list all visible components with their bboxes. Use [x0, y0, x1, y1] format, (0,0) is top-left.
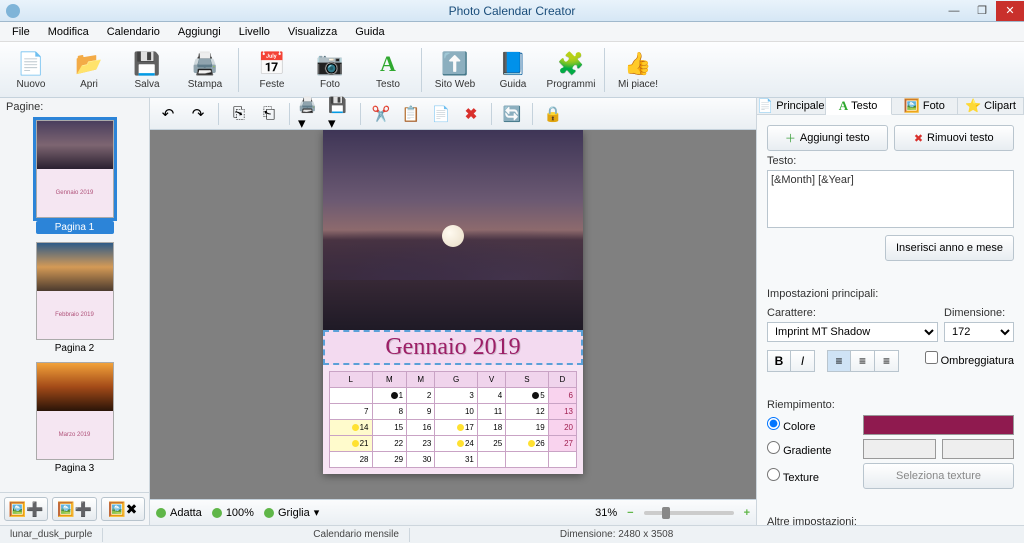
zoom-value: 31%	[595, 507, 617, 519]
align-left-button[interactable]: ≡	[827, 350, 851, 372]
paste-button[interactable]: 📄	[429, 102, 453, 126]
calendar-grid[interactable]: LMMGVSD123456789101112131415161718192021…	[323, 365, 583, 474]
tb-programmi[interactable]: 🧩Programmi	[546, 50, 596, 90]
size-label: Dimensione:	[944, 307, 1014, 319]
zoom-in-button[interactable]: +	[744, 507, 750, 519]
tb-mi-piace![interactable]: 👍Mi piace!	[613, 50, 663, 90]
tb-feste[interactable]: 📅Feste	[247, 50, 297, 90]
other-settings-label: Altre impostazioni:	[767, 516, 1014, 525]
page-thumb[interactable]: Febbraio 2019Pagina 2	[36, 242, 114, 354]
copy-button[interactable]: 📋	[399, 102, 423, 126]
calendar-page[interactable]: Gennaio 2019 LMMGVSD12345678910111213141…	[323, 130, 583, 474]
align-right-button[interactable]: ≡	[875, 350, 899, 372]
month-title: Gennaio 2019	[325, 334, 581, 361]
tab-clipart[interactable]: ⭐Clipart	[958, 98, 1024, 114]
delete-button[interactable]: ✖	[459, 102, 483, 126]
page-photo[interactable]	[323, 130, 583, 330]
refresh-button[interactable]: 🔄	[500, 102, 524, 126]
maximize-button[interactable]: ❐	[968, 1, 996, 21]
fill-gradient-radio[interactable]: Gradiente	[767, 441, 857, 457]
editor-toolbar: ↶ ↷ ⎘ ⎗ 🖨️▾ 💾▾ ✂️ 📋 📄 ✖ 🔄 🔒	[150, 98, 756, 130]
properties-panel: 📄PrincipaleATesto🖼️Foto⭐Clipart ＋Aggiung…	[756, 98, 1024, 525]
redo-button[interactable]: ↷	[186, 102, 210, 126]
status-dimensions: Dimensione: 2480 x 3508	[550, 529, 683, 540]
font-label: Carattere:	[767, 307, 938, 319]
text-input[interactable]: [&Month] [&Year]	[767, 170, 1014, 228]
menu-file[interactable]: File	[4, 24, 38, 40]
view-bar: Adatta 100% Griglia ▾ 31% − +	[150, 499, 756, 525]
tb-salva[interactable]: 💾Salva	[122, 50, 172, 90]
menu-aggiungi[interactable]: Aggiungi	[170, 24, 229, 40]
print-button[interactable]: 🖨️▾	[298, 102, 322, 126]
tb-guida[interactable]: 📘Guida	[488, 50, 538, 90]
menu-calendario[interactable]: Calendario	[99, 24, 168, 40]
main-toolbar: 📄Nuovo📂Apri💾Salva🖨️Stampa 📅Feste📷FotoATes…	[0, 42, 1024, 98]
window-title: Photo Calendar Creator	[449, 4, 576, 18]
import-button[interactable]: ⎗	[257, 102, 281, 126]
tab-foto[interactable]: 🖼️Foto	[892, 98, 958, 114]
statusbar: lunar_dusk_purple Calendario mensile Dim…	[0, 525, 1024, 543]
fill-texture-radio[interactable]: Texture	[767, 468, 857, 484]
export-button[interactable]: ⎘	[227, 102, 251, 126]
menu-livello[interactable]: Livello	[231, 24, 278, 40]
select-texture-button[interactable]: Seleziona texture	[863, 463, 1014, 489]
cut-button[interactable]: ✂️	[369, 102, 393, 126]
remove-image-button[interactable]: 🖼️✖	[101, 497, 145, 521]
italic-button[interactable]: I	[791, 350, 815, 372]
insert-date-button[interactable]: Inserisci anno e mese	[885, 235, 1014, 261]
size-select[interactable]: 172	[944, 322, 1014, 342]
grid-toggle[interactable]: Griglia ▾	[264, 506, 319, 519]
undo-button[interactable]: ↶	[156, 102, 180, 126]
page-thumb[interactable]: Gennaio 2019Pagina 1	[36, 120, 114, 234]
add-text-button[interactable]: ＋Aggiungi testo	[767, 125, 888, 151]
text-label: Testo:	[767, 155, 1014, 167]
app-logo	[6, 4, 20, 18]
lock-button[interactable]: 🔒	[541, 102, 565, 126]
tb-apri[interactable]: 📂Apri	[64, 50, 114, 90]
titlebar: Photo Calendar Creator — ❐ ✕	[0, 0, 1024, 22]
tab-testo[interactable]: ATesto	[826, 98, 892, 115]
pages-panel: Pagine: Gennaio 2019Pagina 1 Febbraio 201…	[0, 98, 150, 525]
editor-area: ↶ ↷ ⎘ ⎗ 🖨️▾ 💾▾ ✂️ 📋 📄 ✖ 🔄 🔒	[150, 98, 756, 525]
shadow-checkbox[interactable]: Ombreggiatura	[925, 351, 1014, 367]
pages-label: Pagine:	[0, 98, 149, 116]
gradient-swatch-2[interactable]	[942, 439, 1015, 459]
page-thumbnails: Gennaio 2019Pagina 1 Febbraio 2019Pagina …	[0, 116, 149, 492]
tb-testo[interactable]: ATesto	[363, 50, 413, 90]
status-file: lunar_dusk_purple	[0, 529, 102, 540]
menubar: FileModificaCalendarioAggiungiLivelloVis…	[0, 22, 1024, 42]
zoom-slider[interactable]	[644, 511, 734, 515]
menu-modifica[interactable]: Modifica	[40, 24, 97, 40]
menu-guida[interactable]: Guida	[347, 24, 392, 40]
canvas[interactable]: Gennaio 2019 LMMGVSD12345678910111213141…	[150, 130, 756, 499]
zoom-out-button[interactable]: −	[627, 507, 633, 519]
property-tabs: 📄PrincipaleATesto🖼️Foto⭐Clipart	[757, 98, 1024, 115]
month-title-box[interactable]: Gennaio 2019	[323, 330, 583, 365]
page-thumb[interactable]: Marzo 2019Pagina 3	[36, 362, 114, 474]
fill-color-radio[interactable]: Colore	[767, 417, 857, 433]
close-button[interactable]: ✕	[996, 1, 1024, 21]
remove-text-button[interactable]: ✖Rimuovi testo	[894, 125, 1015, 151]
menu-visualizza[interactable]: Visualizza	[280, 24, 345, 40]
add-images-button[interactable]: 🖼️➕	[52, 497, 96, 521]
fit-button[interactable]: Adatta	[156, 507, 202, 519]
status-type: Calendario mensile	[303, 529, 409, 540]
align-center-button[interactable]: ≡	[851, 350, 875, 372]
font-select[interactable]: Imprint MT Shadow	[767, 322, 938, 342]
add-image-button[interactable]: 🖼️➕	[4, 497, 48, 521]
tb-stampa[interactable]: 🖨️Stampa	[180, 50, 230, 90]
fill-label: Riempimento:	[767, 399, 1014, 411]
tb-nuovo[interactable]: 📄Nuovo	[6, 50, 56, 90]
save-file-button[interactable]: 💾▾	[328, 102, 352, 126]
tb-foto[interactable]: 📷Foto	[305, 50, 355, 90]
tab-principale[interactable]: 📄Principale	[757, 98, 826, 114]
zoom-100-button[interactable]: 100%	[212, 507, 254, 519]
bold-button[interactable]: B	[767, 350, 791, 372]
tb-sito-web[interactable]: ⬆️Sito Web	[430, 50, 480, 90]
minimize-button[interactable]: —	[940, 1, 968, 21]
main-settings-label: Impostazioni principali:	[767, 288, 1014, 300]
fill-color-swatch[interactable]	[863, 415, 1014, 435]
gradient-swatch-1[interactable]	[863, 439, 936, 459]
